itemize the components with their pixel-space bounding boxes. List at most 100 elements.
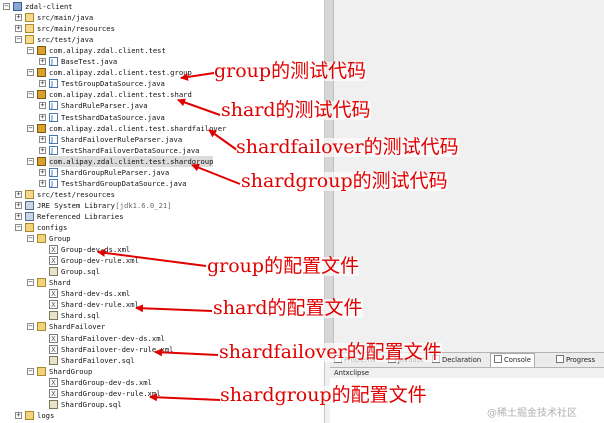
tab-console[interactable]: Console [490,353,535,367]
collapse-toggle-icon[interactable]: − [27,323,34,331]
xml-file-icon [49,344,58,356]
tree-item-label: Shard.sql [61,311,100,321]
source-folder-icon [25,24,34,34]
tree-item-label: ShardFailover.sql [61,355,135,365]
package-icon [37,156,46,166]
sql-file-icon [49,311,58,321]
java-file-icon [49,167,58,179]
tree-item-label: Shard-dev-rule.xml [61,300,139,310]
annotation-shardgroup-test: shardgroup的测试代码 [241,170,448,192]
tree-item-label: ShardFailover [49,322,106,332]
collapse-toggle-icon[interactable]: − [15,224,22,231]
tree-item-label: Shard-dev-ds.xml [61,289,131,299]
tree-item-label: Shard [49,278,71,288]
annotation-shard-test: shard的测试代码 [221,99,371,121]
expand-toggle-icon[interactable]: + [39,58,46,66]
progress-icon [556,355,564,363]
java-file-icon [49,178,58,190]
collapse-toggle-icon[interactable]: − [3,3,10,10]
annotation-shardgroup-config: shardgroup的配置文件 [220,384,427,406]
folder-icon [25,223,34,232]
tree-item-label: BaseTest.java [61,57,118,67]
tree-item-label: Group-dev-ds.xml [61,245,131,255]
expand-toggle-icon[interactable]: + [15,25,22,33]
xml-file-icon [49,245,58,256]
tree-item-label: src/test/resources [37,189,115,199]
package-icon [37,90,46,100]
tree-item-label: com.alipay.zdal.client.test [49,46,166,56]
tree-item-label: TestShardDataSource.java [61,112,165,122]
folder-icon [37,234,46,244]
tree-item-label: ShardRuleParser.java [61,101,148,111]
java-file-icon [49,101,58,112]
tree-item-label: Group.sql [61,267,100,277]
xml-file-icon [49,333,58,345]
library-icon [25,200,34,210]
collapse-toggle-icon[interactable]: − [27,91,34,99]
tree-item-label: com.alipay.zdal.client.test.shard [49,90,192,100]
sql-file-icon [49,267,58,277]
library-icon [25,211,34,221]
expand-toggle-icon[interactable]: + [15,201,22,209]
tree-item-label: Group [49,234,71,244]
collapse-toggle-icon[interactable]: − [27,235,34,243]
tree-item-label: ShardGroup-dev-rule.xml [61,388,161,398]
collapse-toggle-icon[interactable]: − [27,124,34,132]
tree-item-label: ShardFailoverRuleParser.java [61,134,183,144]
folder-icon [25,410,34,420]
tree-item-label: src/main/java [37,13,94,23]
collapse-toggle-icon[interactable]: − [27,47,34,55]
expand-toggle-icon[interactable]: + [39,135,46,143]
collapse-toggle-icon[interactable]: − [15,36,22,44]
folder-icon [37,278,46,288]
folder-icon [37,322,46,332]
expand-toggle-icon[interactable]: + [15,190,22,198]
tree-item-label: configs [37,223,68,232]
package-icon [37,46,46,56]
xml-file-icon [49,377,58,389]
expand-toggle-icon[interactable]: + [39,179,46,187]
xml-file-icon [49,388,58,400]
xml-file-icon [49,300,58,311]
tree-item-label: JRE System Library [37,200,115,210]
xml-file-icon [49,256,58,267]
collapse-toggle-icon[interactable]: − [27,367,34,375]
java-file-icon [49,79,58,90]
sql-file-icon [49,355,58,365]
annotation-shard-config: shard的配置文件 [213,297,363,319]
expand-toggle-icon[interactable]: + [15,411,22,419]
package-icon [37,123,46,133]
sql-file-icon [49,399,58,409]
collapse-toggle-icon[interactable]: − [27,157,34,165]
collapse-toggle-icon[interactable]: − [27,69,34,77]
tree-item-label: TestShardGroupDataSource.java [61,178,187,188]
tree-item-label: ShardGroup.sql [61,399,122,409]
tree-item-label: ShardGroupRuleParser.java [61,167,170,177]
expand-toggle-icon[interactable]: + [39,146,46,154]
expand-toggle-icon[interactable]: + [15,212,22,220]
annotation-group-test: group的测试代码 [214,60,367,82]
project-icon [13,2,22,11]
expand-toggle-icon[interactable]: + [39,80,46,88]
expand-toggle-icon[interactable]: + [39,168,46,176]
annotation-group-config: group的配置文件 [207,255,360,277]
java-file-icon [49,57,58,68]
tree-item-label: ShardFailover-dev-rule.xml [61,344,174,354]
source-folder-icon [25,35,34,45]
expand-toggle-icon[interactable]: + [39,113,46,121]
watermark: @稀土掘金技术社区 [487,408,577,419]
java-file-icon [49,134,58,146]
xml-file-icon [49,289,58,300]
expand-toggle-icon[interactable]: + [15,14,22,22]
source-folder-icon [25,13,34,23]
tree-item-label: src/test/java [37,35,94,45]
collapse-toggle-icon[interactable]: − [27,279,34,287]
tree-item-label: TestGroupDataSource.java [61,79,165,89]
tree-item-label: zdal-client [25,2,73,11]
expand-toggle-icon[interactable]: + [39,102,46,110]
tree-item-label: logs [37,410,55,420]
tab-progress[interactable]: Progress [556,354,595,366]
source-folder-icon [25,189,34,199]
annotation-shardfailover-test: shardfailover的测试代码 [236,136,459,158]
tree-item-label: com.alipay.zdal.client.test.shardfailove… [49,123,227,133]
